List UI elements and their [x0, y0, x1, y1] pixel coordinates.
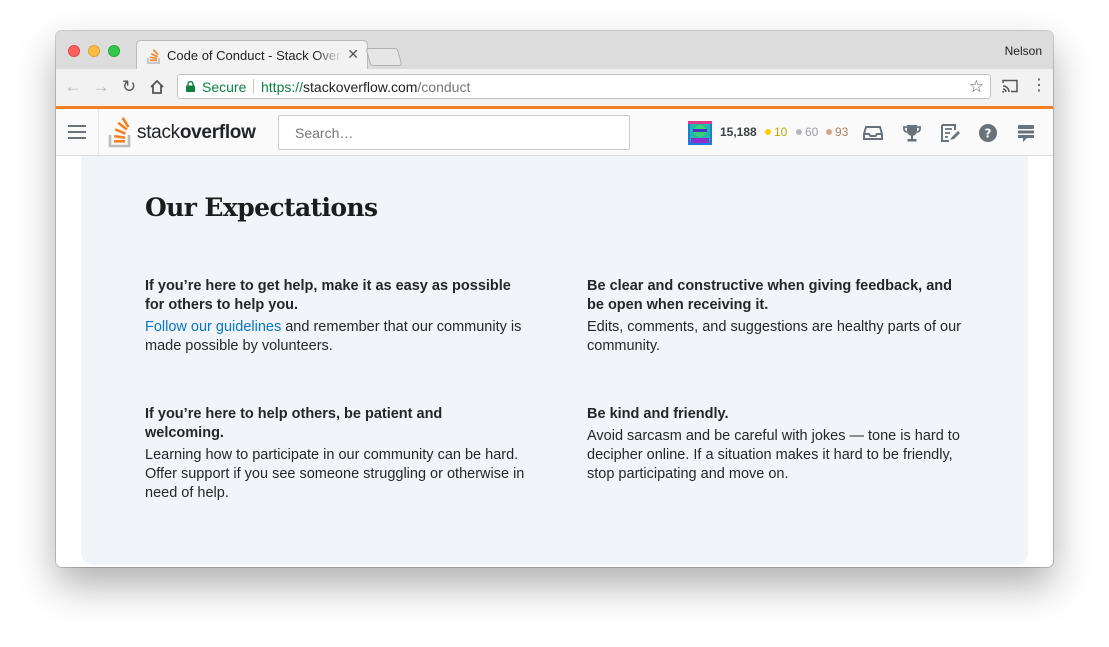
review-queue-icon[interactable] [939, 122, 961, 144]
expectation-title: If you’re here to get help, make it as e… [145, 278, 511, 313]
tab-close-icon[interactable]: ✕ [347, 46, 359, 63]
browser-menu-icon[interactable]: ⋮ [1031, 77, 1047, 95]
silver-badge-count[interactable]: 60 [796, 125, 818, 139]
home-icon[interactable] [148, 78, 166, 96]
site-switcher-icon[interactable] [1015, 122, 1037, 144]
profile-name[interactable]: Nelson [1005, 44, 1042, 58]
expectations-section: Our Expectations If you’re here to get h… [81, 156, 1028, 565]
bronze-badge-icon [826, 129, 832, 135]
expectation-title: Be kind and friendly. [587, 406, 729, 422]
cast-icon[interactable] [1002, 79, 1018, 93]
stackoverflow-logo[interactable]: stackoverflow [107, 116, 267, 148]
expectation-body: Avoid sarcasm and be careful with jokes … [587, 428, 960, 482]
header-divider [98, 109, 99, 155]
minimize-window-button[interactable] [88, 45, 100, 57]
back-arrow-icon[interactable]: ← [64, 78, 82, 96]
new-tab-button[interactable] [365, 48, 403, 66]
url-host: stackoverflow.com [303, 79, 418, 95]
expectation-item: If you’re here to help others, be patien… [145, 405, 525, 503]
expectation-title: If you’re here to help others, be patien… [145, 406, 443, 441]
search-input[interactable] [278, 115, 630, 150]
url-path: /conduct [417, 79, 471, 95]
secure-label: Secure [202, 79, 247, 95]
guidelines-link[interactable]: Follow our guidelines [145, 319, 281, 335]
reload-icon[interactable]: ↻ [120, 78, 138, 96]
bronze-badge-count[interactable]: 93 [826, 125, 848, 139]
expectation-item: If you’re here to get help, make it as e… [145, 277, 525, 356]
stack-logo-icon [108, 117, 131, 148]
zoom-window-button[interactable] [108, 45, 120, 57]
silver-badge-icon [796, 129, 802, 135]
tab-title: Code of Conduct - Stack Overflow [167, 48, 342, 63]
logo-text-bold: overflow [179, 122, 256, 143]
stackoverflow-favicon-icon [147, 49, 160, 64]
expectation-item: Be kind and friendly. Avoid sarcasm and … [587, 405, 967, 484]
address-bar[interactable]: Secure https://stackoverflow.com/conduct… [177, 74, 991, 99]
reputation-count[interactable]: 15,188 [720, 125, 757, 139]
browser-window: Code of Conduct - Stack Overflow ✕ Nelso… [56, 31, 1053, 567]
forward-arrow-icon[interactable]: → [92, 78, 110, 96]
expectation-body: Learning how to participate in our commu… [145, 447, 525, 501]
hamburger-menu-icon[interactable] [68, 125, 86, 139]
gold-badge-icon [765, 129, 771, 135]
section-heading: Our Expectations [145, 193, 378, 222]
inbox-icon[interactable] [862, 122, 884, 144]
trophy-icon[interactable] [901, 122, 923, 144]
user-avatar[interactable] [688, 121, 712, 145]
page-viewport: stackoverflow 15,188 10 60 93 [56, 106, 1053, 567]
logo-text: stackoverflow [137, 122, 256, 144]
browser-toolbar: ← → ↻ Secure https://stackoverflow.com/c… [56, 69, 1053, 106]
expectation-body: Edits, comments, and suggestions are hea… [587, 319, 961, 354]
logo-text-light: stack [137, 122, 180, 143]
svg-text:?: ? [985, 127, 992, 141]
gold-badge-count[interactable]: 10 [765, 125, 787, 139]
site-header: stackoverflow 15,188 10 60 93 [56, 109, 1053, 156]
bronze-badge-value: 93 [835, 125, 849, 139]
url-scheme: https:// [261, 79, 304, 95]
help-icon[interactable]: ? [977, 122, 999, 144]
address-separator [253, 79, 254, 94]
url-text: https://stackoverflow.com/conduct [261, 79, 470, 95]
tab-strip: Code of Conduct - Stack Overflow ✕ Nelso… [56, 31, 1053, 70]
close-window-button[interactable] [68, 45, 80, 57]
expectation-title: Be clear and constructive when giving fe… [587, 278, 953, 313]
lock-icon [186, 81, 195, 92]
bookmark-star-icon[interactable]: ☆ [969, 77, 984, 97]
expectation-item: Be clear and constructive when giving fe… [587, 277, 967, 356]
browser-tab-active[interactable]: Code of Conduct - Stack Overflow ✕ [136, 40, 368, 70]
silver-badge-value: 60 [805, 125, 819, 139]
gold-badge-value: 10 [774, 125, 788, 139]
